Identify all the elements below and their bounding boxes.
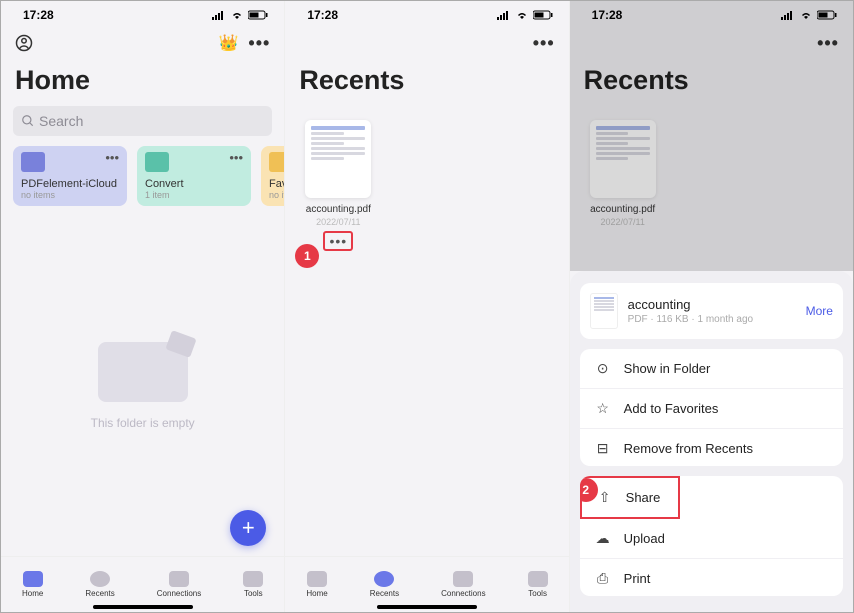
topbar: ••• [570, 25, 853, 61]
wifi-icon [799, 10, 813, 20]
search-input[interactable]: Search [13, 106, 272, 136]
sheet-thumbnail [590, 293, 618, 329]
status-icons [212, 10, 268, 20]
page-title: Recents [285, 61, 568, 106]
wifi-icon [230, 10, 244, 20]
status-time: 17:28 [592, 8, 623, 22]
battery-icon [533, 10, 553, 20]
more-icon[interactable]: ••• [248, 33, 270, 54]
tab-tools[interactable]: Tools [243, 571, 263, 598]
folder-icon [145, 152, 169, 172]
file-thumbnail [590, 120, 656, 198]
sheet-more-link[interactable]: More [806, 304, 833, 318]
folder-more-icon[interactable]: ••• [229, 150, 243, 165]
folder-icon [21, 152, 45, 172]
tab-recents[interactable]: Recents [370, 571, 399, 598]
signal-icon [497, 10, 511, 20]
more-icon[interactable]: ••• [533, 33, 555, 54]
status-icons [781, 10, 837, 20]
signal-icon [212, 10, 226, 20]
print-icon: ⎙ [594, 570, 612, 587]
sheet-file-name: accounting [628, 297, 796, 312]
empty-illustration [98, 342, 188, 402]
tab-connections[interactable]: Connections [157, 571, 201, 598]
tab-bar: Home Recents Connections Tools [1, 556, 284, 612]
action-upload[interactable]: ☁Upload [580, 519, 843, 559]
file-name: accounting.pdf [306, 204, 371, 215]
page-title: Recents [570, 61, 853, 106]
empty-state: This folder is empty [1, 216, 284, 556]
signal-icon [781, 10, 795, 20]
action-add-favorites[interactable]: ☆Add to Favorites [580, 389, 843, 429]
search-placeholder: Search [39, 113, 83, 129]
topbar: 👑 ••• [1, 25, 284, 61]
folders-row: ••• PDFelement-iCloud no items ••• Conve… [1, 136, 284, 216]
folder-name: Favori [269, 178, 284, 190]
file-name: accounting.pdf [590, 204, 655, 215]
phone-sheet: 17:28 ••• Recents accounting.pdf 2022/07… [570, 1, 853, 612]
file-card[interactable]: accounting.pdf 2022/07/11 ••• 1 [299, 120, 377, 251]
folder-name: Convert [145, 178, 243, 190]
tab-home[interactable]: Home [306, 571, 327, 598]
profile-icon[interactable] [15, 34, 33, 52]
home-indicator [93, 605, 193, 609]
upload-icon: ☁ [594, 530, 612, 547]
folder-card[interactable]: ••• Convert 1 item [137, 146, 251, 206]
status-time: 17:28 [23, 8, 54, 22]
status-bar: 17:28 [1, 5, 284, 25]
remove-icon: ⊟ [594, 440, 612, 457]
sheet-header: accounting PDF · 116 KB · 1 month ago Mo… [580, 283, 843, 339]
folder-sub: no items [21, 190, 119, 200]
more-icon[interactable]: ••• [817, 33, 839, 54]
file-more-button[interactable]: ••• [323, 231, 353, 251]
folder-card[interactable]: Favori no item [261, 146, 284, 206]
sheet-group-1: ⊙Show in Folder ☆Add to Favorites ⊟Remov… [580, 349, 843, 466]
sheet-group-2: 2 ⇧Share ☁Upload ⎙Print [580, 476, 843, 596]
page-title: Home [1, 61, 284, 106]
file-date: 2022/07/11 [600, 217, 644, 227]
status-icons [497, 10, 553, 20]
battery-icon [817, 10, 837, 20]
sheet-file-meta: PDF · 116 KB · 1 month ago [628, 314, 796, 325]
phone-recents: 17:28 ••• Recents accounting.pdf 2022/07… [285, 1, 569, 612]
tab-connections[interactable]: Connections [441, 571, 485, 598]
folder-icon [269, 152, 284, 172]
status-bar: 17:28 [285, 5, 568, 25]
folder-sub: no item [269, 190, 284, 200]
phone-home: 17:28 👑 ••• Home Search ••• PDFelement-i… [1, 1, 285, 612]
topbar: ••• [285, 25, 568, 61]
search-icon [21, 114, 35, 128]
file-date: 2022/07/11 [316, 217, 360, 227]
action-remove-recents[interactable]: ⊟Remove from Recents [580, 429, 843, 466]
folder-more-icon[interactable]: ••• [105, 150, 119, 165]
tab-tools[interactable]: Tools [528, 571, 548, 598]
folder-card[interactable]: ••• PDFelement-iCloud no items [13, 146, 127, 206]
file-card[interactable]: accounting.pdf 2022/07/11 [584, 120, 662, 227]
target-icon: ⊙ [594, 360, 612, 377]
tab-recents[interactable]: Recents [85, 571, 114, 598]
battery-icon [248, 10, 268, 20]
empty-text: This folder is empty [91, 416, 195, 430]
status-time: 17:28 [307, 8, 338, 22]
tab-home[interactable]: Home [22, 571, 43, 598]
status-bar: 17:28 [570, 5, 853, 25]
share-icon: ⇧ [596, 489, 614, 506]
star-icon: ☆ [594, 400, 612, 417]
action-sheet: accounting PDF · 116 KB · 1 month ago Mo… [570, 271, 853, 612]
crown-icon[interactable]: 👑 [219, 33, 239, 53]
folder-sub: 1 item [145, 190, 243, 200]
file-thumbnail [305, 120, 371, 198]
action-print[interactable]: ⎙Print [580, 559, 843, 596]
tab-bar: Home Recents Connections Tools [285, 556, 568, 612]
action-show-in-folder[interactable]: ⊙Show in Folder [580, 349, 843, 389]
folder-name: PDFelement-iCloud [21, 178, 119, 190]
wifi-icon [515, 10, 529, 20]
home-indicator [377, 605, 477, 609]
